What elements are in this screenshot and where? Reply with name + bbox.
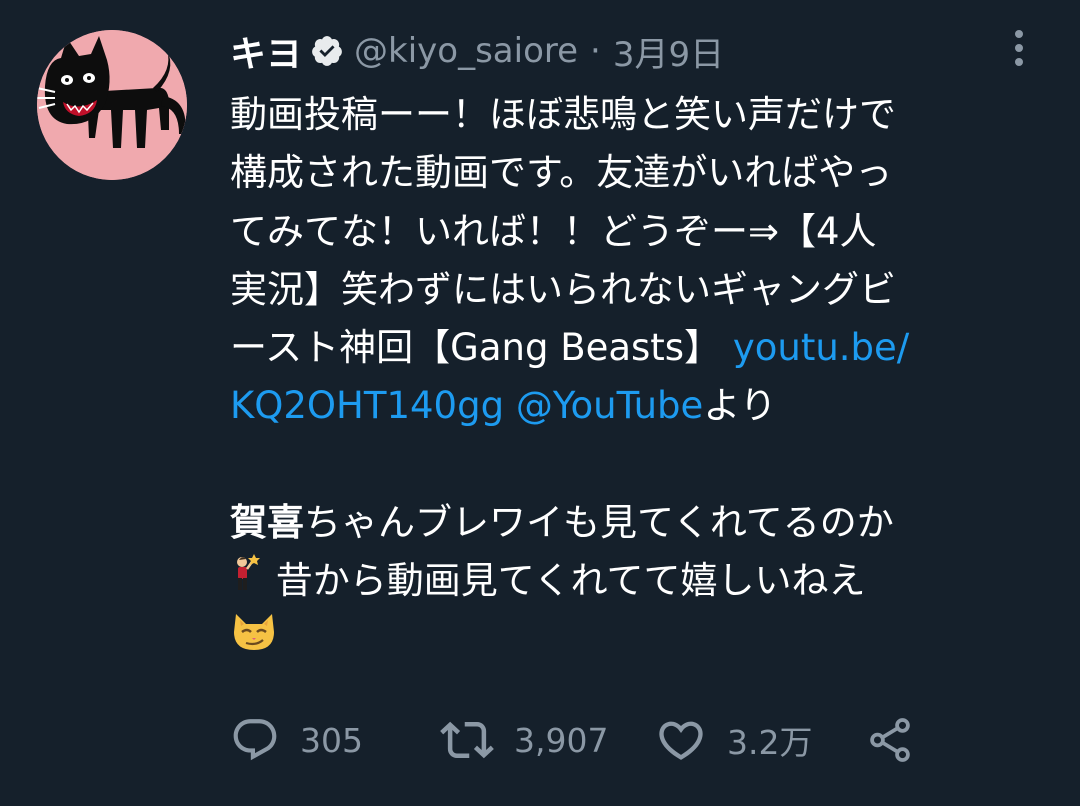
user-handle[interactable]: @kiyo_saiore (354, 31, 578, 71)
retweet-icon (440, 713, 494, 767)
avatar[interactable] (37, 30, 187, 180)
black-cat-avatar-image (37, 30, 187, 180)
reply-button[interactable]: 305 (230, 712, 363, 768)
youtube-mention-link[interactable]: @YouTube (504, 384, 703, 427)
tweet-timestamp[interactable]: 3月9日 (613, 27, 724, 76)
tweet-text-line: てみてな！いれば！！どうぞー⇒【4人 (230, 209, 877, 253)
like-icon (655, 714, 707, 766)
tweet-text-line-with-link: KQ2OHT140gg @YouTubeより (230, 377, 1040, 435)
tweet[interactable]: キヨ @kiyo_saiore · 3月9日 動画投稿ーー！ほぼ悲鳴と笑い声だけ… (0, 0, 1080, 806)
like-button[interactable]: 3.2万 (655, 712, 812, 768)
tweet-text-segment: より (703, 384, 777, 428)
tweet-text-line-with-link: ースト神回【Gang Beasts】 youtu.be/ (230, 319, 1040, 377)
tweet-text-line: 昔から動画見てくれてて嬉しいねえ (230, 552, 1040, 610)
smirking-cat-emoji (230, 608, 278, 669)
tweet-text-segment: 昔から動画見てくれてて嬉しいねえ (275, 559, 866, 603)
tweet-text-line: 実況】笑わずにはいられないギャングビ (230, 267, 896, 311)
person-celebrating-emoji (230, 551, 264, 609)
bold-name-text: 賀喜 (230, 501, 304, 545)
tweet-text-line (230, 611, 1040, 669)
tweet-header: キヨ @kiyo_saiore · 3月9日 (230, 26, 724, 76)
share-button[interactable] (865, 712, 915, 768)
more-options-icon[interactable] (1004, 28, 1034, 72)
mention-text: @YouTube (515, 384, 704, 428)
separator-dot: · (590, 31, 601, 71)
tweet-text-segment: ースト神回【Gang Beasts】 (230, 326, 733, 370)
retweet-count: 3,907 (514, 720, 609, 760)
tweet-text-line: 賀喜ちゃんブレワイも見てくれてるのか (230, 494, 1040, 552)
share-icon (865, 715, 915, 765)
reply-count: 305 (300, 720, 363, 760)
tweet-text-line: 動画投稿ーー！ほぼ悲鳴と笑い声だけで (230, 93, 896, 136)
tweet-text: 動画投稿ーー！ほぼ悲鳴と笑い声だけで 構成された動画です。友達がいればやっ てみ… (230, 86, 1040, 669)
like-count: 3.2万 (727, 723, 813, 762)
tweet-text-line: 構成された動画です。友達がいればやっ (230, 151, 893, 195)
youtube-link[interactable]: youtu.be/ (733, 326, 909, 369)
retweet-button[interactable]: 3,907 (440, 712, 608, 768)
tweet-action-bar: 305 3,907 3.2万 (230, 712, 990, 768)
tweet-text-segment: ちゃんブレワイも見てくれてるのか (304, 501, 894, 545)
verified-badge-icon (310, 34, 344, 68)
reply-icon (230, 715, 280, 765)
display-name[interactable]: キヨ (230, 25, 302, 77)
paragraph-break (230, 436, 1040, 494)
youtube-link-continued[interactable]: KQ2OHT140gg (230, 384, 504, 427)
